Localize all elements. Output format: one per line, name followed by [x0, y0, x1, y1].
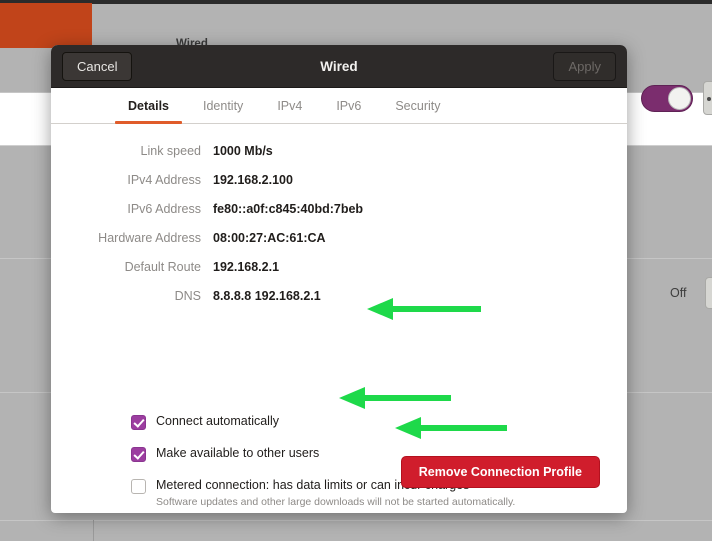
dialog-tab-bar: Details Identity IPv4 IPv6 Security — [51, 88, 627, 124]
background-network-toggle[interactable] — [641, 85, 693, 112]
background-settings-gear-button[interactable] — [703, 81, 712, 115]
tab-security[interactable]: Security — [378, 88, 457, 123]
option-label: Make available to other users — [156, 446, 320, 460]
option-label: Connect automatically — [156, 414, 279, 428]
detail-value: 192.168.2.1 — [213, 260, 280, 274]
tab-ipv6[interactable]: IPv6 — [319, 88, 378, 123]
detail-value: fe80::a0f:c845:40bd:7beb — [213, 202, 364, 216]
remove-connection-profile-button[interactable]: Remove Connection Profile — [400, 456, 600, 488]
tab-details[interactable]: Details — [111, 88, 186, 124]
detail-label: IPv4 Address — [127, 173, 201, 187]
dialog-header-bar: Cancel Wired Apply — [51, 45, 627, 88]
detail-row-ipv6-address: IPv6 Address fe80::a0f:c845:40bd:7beb — [51, 202, 627, 231]
detail-value: 1000 Mb/s — [213, 144, 273, 158]
background-vertical-divider — [93, 520, 94, 541]
detail-label: IPv6 Address — [127, 202, 201, 216]
background-divider — [0, 520, 712, 521]
detail-value: 192.168.2.100 — [213, 173, 293, 187]
detail-label: Hardware Address — [98, 231, 201, 245]
make-available-checkbox[interactable] — [131, 447, 146, 462]
background-secondary-settings-button[interactable] — [705, 277, 712, 309]
detail-value: 8.8.8.8 192.168.2.1 — [213, 289, 321, 303]
detail-label: Link speed — [140, 144, 201, 158]
detail-value: 08:00:27:AC:61:CA — [213, 231, 326, 245]
detail-rows: Link speed 1000 Mb/s IPv4 Address 192.16… — [51, 144, 627, 318]
details-tab-panel: Link speed 1000 Mb/s IPv4 Address 192.16… — [51, 124, 627, 513]
detail-row-link-speed: Link speed 1000 Mb/s — [51, 144, 627, 173]
background-off-label: Off — [670, 286, 687, 300]
toggle-knob — [668, 87, 691, 110]
option-sublabel: Software updates and other large downloa… — [156, 496, 516, 508]
metered-connection-checkbox[interactable] — [131, 479, 146, 494]
cancel-button[interactable]: Cancel — [62, 52, 133, 81]
detail-row-default-route: Default Route 192.168.2.1 — [51, 260, 627, 289]
connect-automatically-checkbox[interactable] — [131, 415, 146, 430]
detail-row-hardware-address: Hardware Address 08:00:27:AC:61:CA — [51, 231, 627, 260]
tab-identity[interactable]: Identity — [186, 88, 260, 123]
option-connect-automatically[interactable]: Connect automatically — [131, 414, 601, 430]
detail-label: Default Route — [124, 260, 201, 274]
background-orange-block — [0, 3, 92, 48]
detail-label: DNS — [174, 289, 201, 303]
apply-button[interactable]: Apply — [553, 52, 616, 81]
dialog-title: Wired — [320, 58, 358, 74]
wired-connection-dialog: Cancel Wired Apply Details Identity IPv4… — [51, 45, 627, 513]
detail-row-ipv4-address: IPv4 Address 192.168.2.100 — [51, 173, 627, 202]
gear-icon — [707, 97, 711, 101]
detail-row-dns: DNS 8.8.8.8 192.168.2.1 — [51, 289, 627, 318]
tab-ipv4[interactable]: IPv4 — [260, 88, 319, 123]
background-top-strip — [0, 0, 712, 4]
annotation-arrow-icon — [339, 387, 451, 409]
